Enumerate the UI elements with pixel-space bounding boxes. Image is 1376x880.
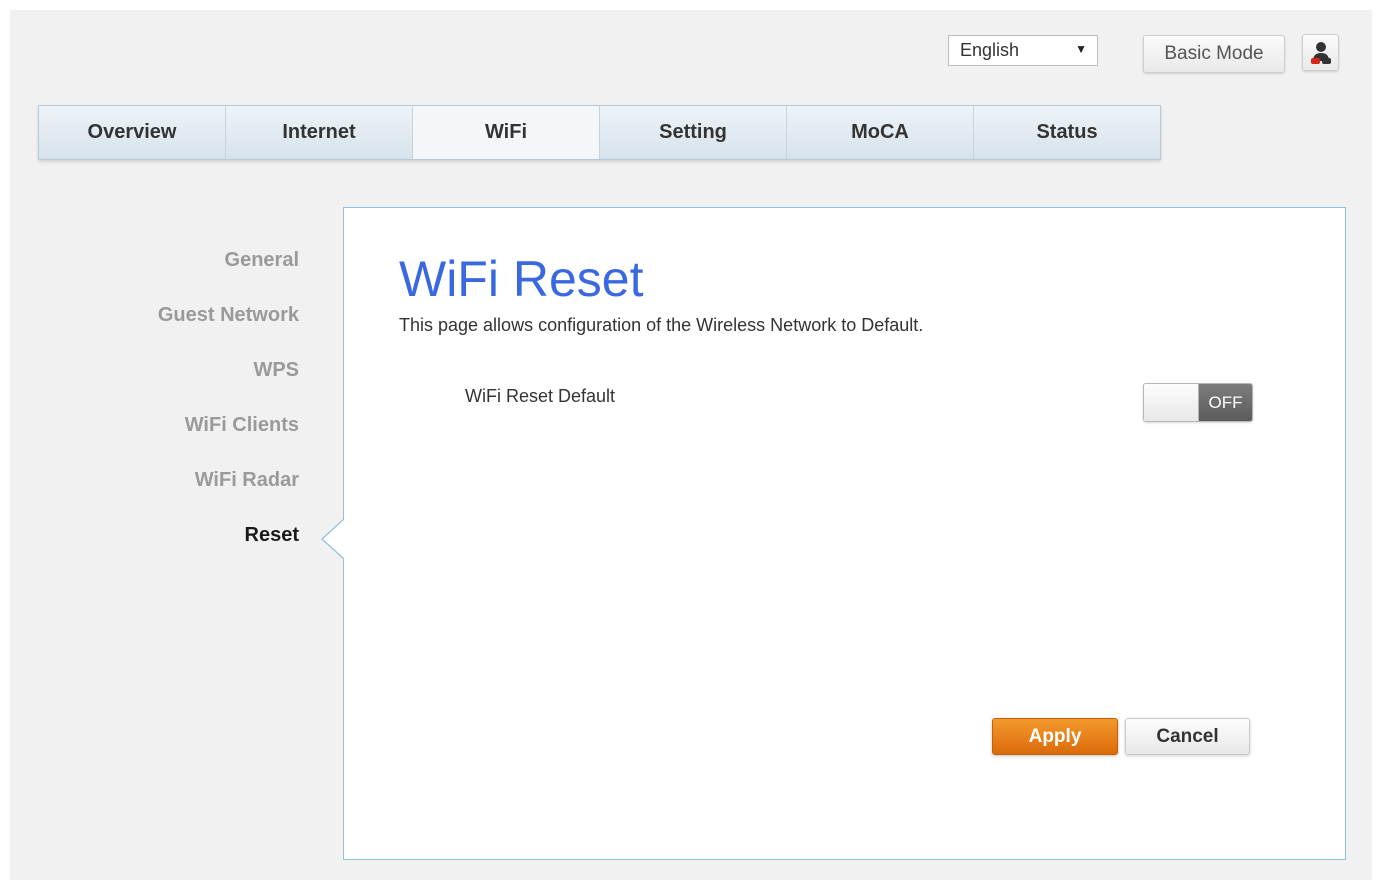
language-select[interactable]: English ▼	[948, 35, 1098, 66]
wifi-reset-default-toggle[interactable]: OFF	[1143, 383, 1253, 422]
page-description: This page allows configuration of the Wi…	[399, 315, 924, 335]
sidebar-item-wifi-clients[interactable]: WiFi Clients	[185, 414, 299, 437]
tab-overview[interactable]: Overview	[39, 106, 226, 159]
toggle-knob	[1144, 384, 1199, 421]
main-nav: Overview Internet WiFi Setting MoCA Stat…	[38, 105, 1161, 160]
sidebar-item-reset[interactable]: Reset	[245, 524, 299, 547]
cancel-button[interactable]: Cancel	[1125, 718, 1250, 755]
page-title: WiFi Reset	[399, 251, 644, 307]
sidebar-item-wifi-radar[interactable]: WiFi Radar	[195, 469, 299, 492]
tab-setting[interactable]: Setting	[600, 106, 787, 159]
tab-wifi[interactable]: WiFi	[413, 106, 600, 159]
sidebar-item-wps[interactable]: WPS	[253, 359, 299, 382]
tab-status[interactable]: Status	[974, 106, 1160, 159]
basic-mode-button[interactable]: Basic Mode	[1143, 35, 1285, 73]
language-select-value: English	[960, 40, 1020, 60]
wifi-reset-default-label: WiFi Reset Default	[465, 386, 616, 406]
user-button[interactable]	[1302, 34, 1339, 71]
sidebar-item-general[interactable]: General	[225, 249, 299, 272]
active-pointer-icon	[321, 519, 345, 559]
user-icon	[1310, 41, 1331, 64]
dropdown-arrow-icon: ▼	[1075, 42, 1087, 56]
tab-moca[interactable]: MoCA	[787, 106, 974, 159]
tab-internet[interactable]: Internet	[226, 106, 413, 159]
sidebar-item-guest-network[interactable]: Guest Network	[158, 304, 299, 327]
apply-button[interactable]: Apply	[992, 718, 1118, 755]
toggle-state: OFF	[1199, 384, 1252, 421]
